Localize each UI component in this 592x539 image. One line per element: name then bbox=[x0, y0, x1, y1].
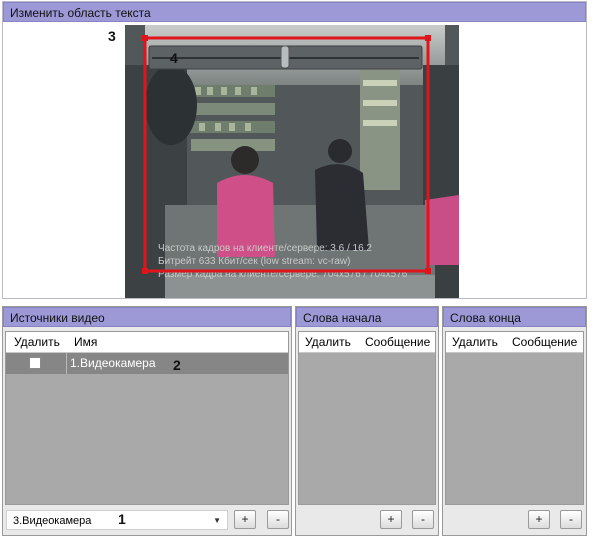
video-overlay-bitrate: Битрейт 633 Кбит/сек (low stream: vc-raw… bbox=[158, 255, 350, 267]
end-words-table: Удалить Сообщение bbox=[445, 331, 584, 505]
slider-thumb[interactable] bbox=[280, 45, 290, 69]
delete-checkbox[interactable] bbox=[29, 357, 41, 369]
table-row[interactable]: 1.Видеокамера bbox=[6, 353, 288, 374]
column-delete[interactable]: Удалить bbox=[6, 332, 66, 353]
resize-handle-top-right[interactable] bbox=[425, 35, 431, 41]
add-end-word-button[interactable]: + bbox=[528, 510, 550, 529]
end-words-panel: Слова конца Удалить Сообщение + - bbox=[442, 306, 587, 536]
camera-select-value: 3.Видеокамера bbox=[13, 515, 92, 527]
start-words-panel: Слова начала Удалить Сообщение + - bbox=[295, 306, 439, 536]
table-header: Удалить Сообщение bbox=[446, 332, 583, 353]
callout-1: 1 bbox=[118, 511, 126, 527]
table-header: Удалить Сообщение bbox=[299, 332, 435, 353]
column-message[interactable]: Сообщение bbox=[506, 332, 577, 353]
callout-3: 3 bbox=[108, 28, 116, 44]
resize-handle-bottom-left[interactable] bbox=[142, 268, 148, 274]
remove-source-button[interactable]: - bbox=[267, 510, 289, 529]
add-start-word-button[interactable]: + bbox=[380, 510, 402, 529]
resize-handle-bottom-right[interactable] bbox=[425, 268, 431, 274]
chevron-down-icon: ▼ bbox=[213, 516, 221, 525]
panel-title: Слова конца bbox=[443, 307, 586, 327]
video-overlay-fps: Частота кадров на клиенте/сервере: 3.6 /… bbox=[158, 243, 372, 254]
callout-4: 4 bbox=[170, 50, 178, 66]
remove-start-word-button[interactable]: - bbox=[412, 510, 434, 529]
start-words-table: Удалить Сообщение bbox=[298, 331, 436, 505]
panel-title: Слова начала bbox=[296, 307, 438, 327]
camera-select[interactable]: 3.Видеокамера ▼ bbox=[6, 510, 228, 530]
column-message[interactable]: Сообщение bbox=[359, 332, 430, 353]
callout-2: 2 bbox=[173, 357, 181, 373]
add-source-button[interactable]: + bbox=[234, 510, 256, 529]
column-delete[interactable]: Удалить bbox=[299, 332, 359, 353]
column-name[interactable]: Имя bbox=[66, 332, 97, 353]
row-name: 1.Видеокамера bbox=[70, 356, 156, 370]
sources-table: Удалить Имя 1.Видеокамера bbox=[5, 331, 289, 505]
video-sources-panel: Источники видео Удалить Имя 1.Видеокамера… bbox=[2, 306, 292, 536]
remove-end-word-button[interactable]: - bbox=[560, 510, 582, 529]
resize-handle-top-left[interactable] bbox=[142, 35, 148, 41]
column-delete[interactable]: Удалить bbox=[446, 332, 506, 353]
table-header: Удалить Имя bbox=[6, 332, 288, 353]
panel-title: Источники видео bbox=[3, 307, 291, 327]
panel-title: Изменить область текста bbox=[3, 2, 586, 22]
